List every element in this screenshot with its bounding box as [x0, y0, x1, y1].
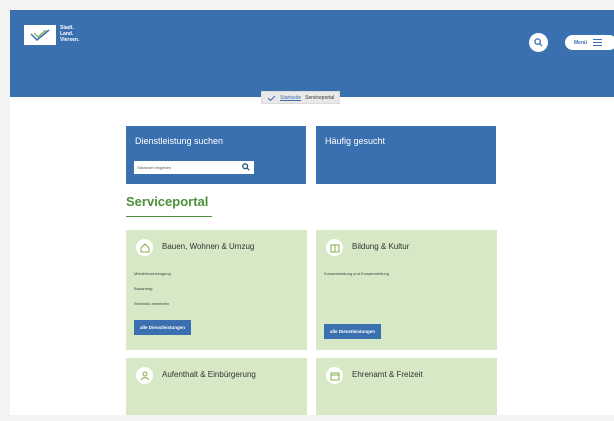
category-card[interactable]: Ehrenamt & Freizeit: [316, 358, 497, 415]
all-services-button[interactable]: alle Dienstleistungen: [324, 324, 382, 339]
card-title: Bildung & Kultur: [352, 242, 410, 251]
category-card[interactable]: Bildung & Kultur Kursanmeldung und Kursa…: [316, 230, 497, 350]
breadcrumb-home-link[interactable]: Startseite: [280, 95, 301, 101]
breadcrumb: Startseite Serviceportal: [261, 91, 341, 104]
frequent-panel-title: Häufig gesucht: [325, 136, 386, 146]
site-header: Stadt. Land. Viersen. Menü: [10, 10, 614, 97]
title-underline: [126, 216, 212, 217]
search-input[interactable]: Stichwort eingeben: [134, 161, 254, 174]
card-title: Ehrenamt & Freizeit: [352, 370, 423, 379]
frequent-panel[interactable]: Häufig gesucht: [316, 126, 496, 184]
hamburger-icon: [593, 39, 603, 46]
logo-text-line: Viersen.: [60, 37, 80, 43]
page-title: Serviceportal: [126, 194, 209, 209]
card-link[interactable]: Wohnsitz anmelden: [134, 301, 171, 306]
card-link-list: Kursanmeldung und Kursabmeldung: [324, 271, 389, 286]
category-card[interactable]: Bauen, Wohnen & Umzug Meldebescheinigung…: [126, 230, 307, 350]
card-title: Aufenthalt & Einbürgerung: [162, 370, 256, 379]
menu-label: Menü: [574, 39, 588, 46]
card-link[interactable]: Meldebescheinigung: [134, 271, 171, 276]
all-services-button[interactable]: alle Dienstleistungen: [134, 320, 192, 335]
card-link-list: Meldebescheinigung Bauantrag Wohnsitz an…: [134, 271, 171, 316]
search-icon: [534, 38, 543, 47]
search-placeholder: Stichwort eingeben: [137, 165, 172, 170]
search-panel-title: Dienstleistung suchen: [135, 136, 224, 146]
logo-checkmark-icon: [24, 25, 56, 45]
card-title: Bauen, Wohnen & Umzug: [162, 242, 255, 251]
house-icon: [136, 239, 153, 256]
card-link[interactable]: Kursanmeldung und Kursabmeldung: [324, 271, 389, 276]
calendar-icon: [326, 367, 343, 384]
card-link[interactable]: Bauantrag: [134, 286, 171, 291]
person-icon: [136, 367, 153, 384]
category-card[interactable]: Aufenthalt & Einbürgerung: [126, 358, 307, 415]
search-icon[interactable]: [242, 163, 250, 171]
search-panel: Dienstleistung suchen Stichwort eingeben: [126, 126, 306, 184]
logo-text: Stadt. Land. Viersen.: [60, 25, 90, 43]
site-logo[interactable]: Stadt. Land. Viersen.: [24, 25, 90, 45]
home-checkmark-icon: [267, 95, 276, 101]
breadcrumb-current: Serviceportal: [305, 94, 335, 101]
menu-button[interactable]: Menü: [565, 35, 614, 50]
header-search-button[interactable]: [529, 33, 548, 52]
page: Stadt. Land. Viersen. Menü Startseite Se…: [10, 10, 614, 415]
book-icon: [326, 239, 343, 256]
